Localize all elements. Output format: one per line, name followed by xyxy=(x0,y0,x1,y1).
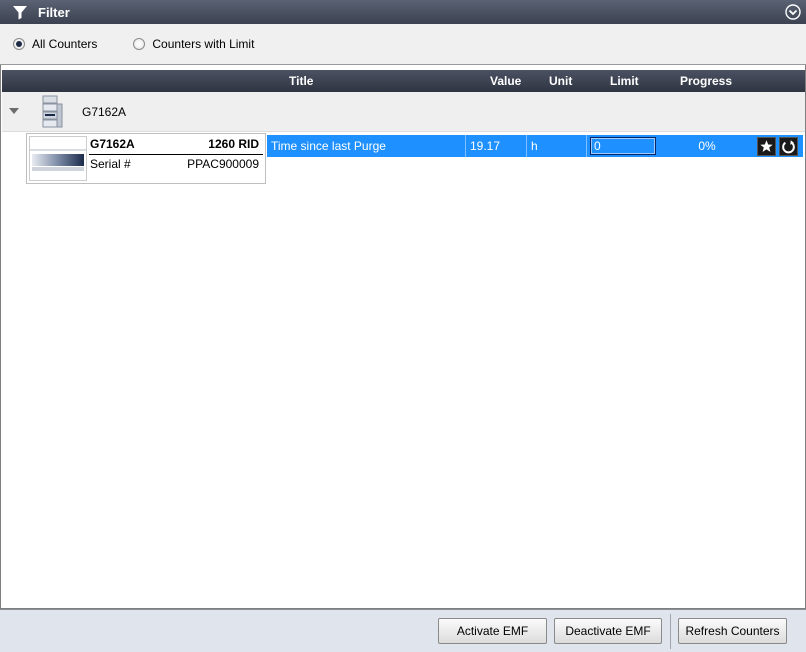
module-model: G7162A xyxy=(90,137,135,151)
radio-all-counters[interactable]: All Counters xyxy=(13,37,97,51)
radio-button-icon[interactable] xyxy=(13,38,25,50)
radio-button-icon[interactable] xyxy=(133,38,146,50)
filter-title: Filter xyxy=(38,4,70,20)
column-progress[interactable]: Progress xyxy=(680,74,732,88)
counter-title: Time since last Purge xyxy=(267,135,466,157)
funnel-icon xyxy=(13,6,27,20)
column-unit[interactable]: Unit xyxy=(549,74,572,88)
column-value[interactable]: Value xyxy=(490,74,521,88)
radio-counters-with-limit[interactable]: Counters with Limit xyxy=(133,37,254,51)
deactivate-emf-button[interactable]: Deactivate EMF xyxy=(554,618,662,644)
module-group-name: G7162A xyxy=(82,105,127,119)
refresh-counters-button[interactable]: Refresh Counters xyxy=(678,618,787,644)
counter-unit: h xyxy=(527,135,587,157)
column-limit[interactable]: Limit xyxy=(610,74,639,88)
radio-counters-with-limit-label: Counters with Limit xyxy=(152,37,255,51)
module-info-card: G7162A 1260 RID Serial # PPAC900009 xyxy=(26,133,266,184)
radio-all-counters-label: All Counters xyxy=(32,37,98,51)
module-image xyxy=(29,136,87,181)
toolbar-separator xyxy=(670,614,671,649)
limit-input[interactable]: 0 xyxy=(590,137,656,155)
serial-number: PPAC900009 xyxy=(187,157,259,171)
counters-grid: Title Value Unit Limit Progress G7162A G… xyxy=(0,65,806,609)
column-title[interactable]: Title xyxy=(289,74,313,88)
column-header-row: Title Value Unit Limit Progress xyxy=(2,70,805,92)
activate-emf-button[interactable]: Activate EMF xyxy=(438,618,547,644)
counter-filter-options: All Counters Counters with Limit xyxy=(0,24,806,65)
reset-icon[interactable] xyxy=(779,137,798,156)
instrument-stack-icon xyxy=(42,95,63,128)
serial-label: Serial # xyxy=(90,157,131,171)
footer-toolbar: Activate EMF Deactivate EMF Refresh Coun… xyxy=(0,609,806,652)
module-product: 1260 RID xyxy=(208,137,259,151)
star-icon[interactable] xyxy=(757,137,776,156)
divider xyxy=(89,154,263,155)
counter-row[interactable]: Time since last Purge 19.17 h 0 0% xyxy=(267,135,803,157)
counter-value: 19.17 xyxy=(466,135,527,157)
expand-collapse-icon[interactable] xyxy=(9,108,19,114)
module-group-row[interactable]: G7162A xyxy=(2,92,805,132)
collapse-toggle-icon[interactable] xyxy=(785,4,801,20)
filter-header: Filter xyxy=(0,0,806,24)
counter-progress: 0% xyxy=(698,139,716,153)
